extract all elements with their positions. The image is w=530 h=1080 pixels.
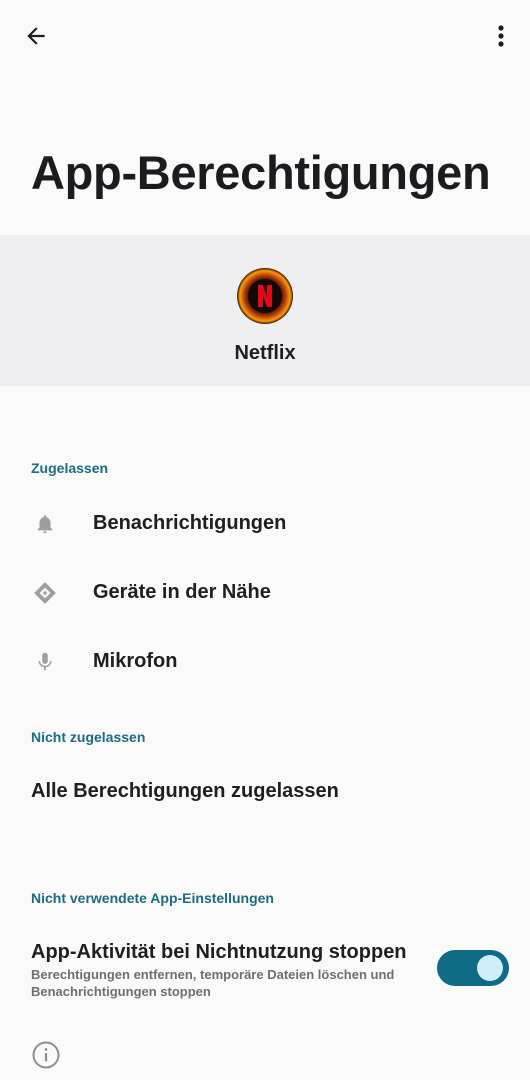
netflix-app-icon xyxy=(237,268,293,324)
toggle-subtitle: Berechtigungen entfernen, temporäre Date… xyxy=(31,967,395,999)
section-header-unused-app-settings: Nicht verwendete App-Einstellungen xyxy=(31,890,274,906)
page-title: App-Berechtigungen xyxy=(31,146,491,199)
app-name: Netflix xyxy=(234,342,296,364)
pause-app-activity-switch[interactable] xyxy=(437,950,509,986)
toggle-title: App-Aktivität bei Nichtnutzung stoppen xyxy=(31,941,407,963)
section-header-allowed: Zugelassen xyxy=(31,460,109,476)
back-arrow-icon[interactable] xyxy=(18,18,54,54)
switch-knob xyxy=(477,955,503,981)
permission-label: Benachrichtigungen xyxy=(93,512,287,534)
pause-app-activity-row[interactable]: App-Aktivität bei Nichtnutzung stoppen B… xyxy=(0,930,530,1010)
permission-nearby-devices[interactable]: Geräte in der Nähe xyxy=(0,561,530,621)
more-options-icon[interactable] xyxy=(486,18,516,54)
all-permissions-label: Alle Berechtigungen zugelassen xyxy=(31,780,339,802)
microphone-icon xyxy=(31,648,59,676)
permission-notifications[interactable]: Benachrichtigungen xyxy=(0,492,530,552)
all-permissions-allowed-row[interactable]: Alle Berechtigungen zugelassen xyxy=(0,761,530,821)
bell-icon xyxy=(31,510,59,538)
section-header-not-allowed: Nicht zugelassen xyxy=(31,729,146,745)
permission-label: Mikrofon xyxy=(93,650,178,672)
permission-label: Geräte in der Nähe xyxy=(93,581,271,603)
top-app-bar xyxy=(0,0,530,72)
permission-microphone[interactable]: Mikrofon xyxy=(0,630,530,690)
info-icon[interactable] xyxy=(31,1040,61,1070)
nearby-devices-icon xyxy=(31,579,59,607)
